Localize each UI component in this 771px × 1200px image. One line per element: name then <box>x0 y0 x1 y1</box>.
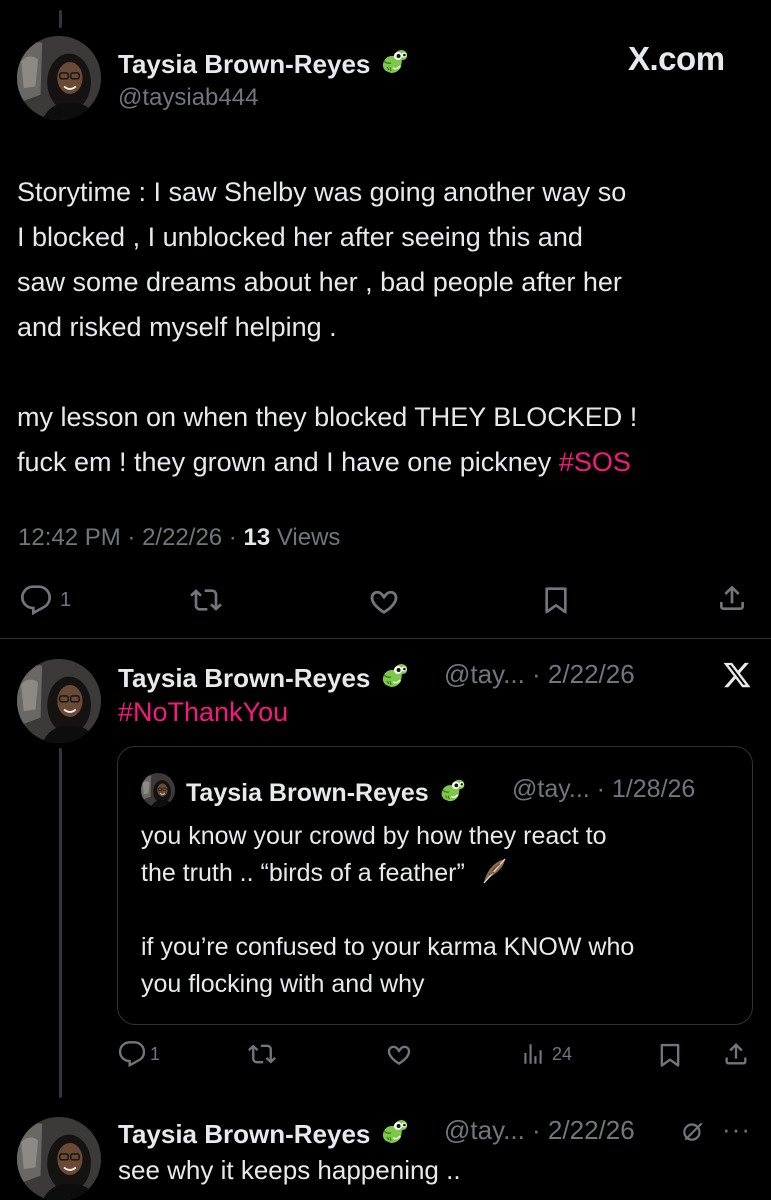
post-text-line: Storytime : I saw Shelby was going anoth… <box>17 177 627 207</box>
author-name[interactable]: Taysia Brown-Reyes <box>118 659 410 694</box>
post-date[interactable]: 2/22/26 <box>142 524 222 551</box>
views-icon <box>520 1041 546 1067</box>
repost-button[interactable] <box>248 1040 276 1068</box>
views-count: 24 <box>552 1043 573 1064</box>
post-divider <box>0 638 771 639</box>
feather-icon <box>478 855 510 887</box>
avatar[interactable] <box>17 36 101 120</box>
post-text-line: I blocked , I unblocked her after seeing… <box>17 222 583 252</box>
crocodile-badge-icon <box>378 45 410 77</box>
reply-button[interactable]: 1 <box>20 584 71 616</box>
views-label: Views <box>276 524 341 551</box>
quoted-author-name: Taysia Brown-Reyes <box>186 775 467 808</box>
quoted-avatar[interactable] <box>141 773 175 807</box>
avatar-photo <box>17 659 101 743</box>
reply-hashtag: #NoThankYou <box>118 697 288 728</box>
views-button[interactable]: 24 <box>520 1041 572 1067</box>
bookmark-button[interactable] <box>656 1041 684 1069</box>
author-name-text: Taysia Brown-Reyes <box>118 1119 371 1149</box>
reply-count: 1 <box>150 1043 161 1064</box>
thread-line-top <box>59 10 62 28</box>
like-button[interactable] <box>384 1040 414 1070</box>
author-handle-date[interactable]: @tay... · 2/22/26 <box>444 659 635 690</box>
quoted-text-line: if you’re confused to your karma KNOW wh… <box>141 933 635 961</box>
views-count: 13 <box>243 524 271 551</box>
more-options-icon[interactable]: ··· <box>722 1114 751 1145</box>
quoted-text: you know your crowd by how they react to… <box>141 818 634 1003</box>
crocodile-badge-icon <box>437 775 467 805</box>
avatar-photo <box>141 773 175 807</box>
quoted-text-line: the truth .. “birds of a feather” <box>141 855 634 892</box>
reply-count: 1 <box>60 588 72 611</box>
crocodile-badge-icon <box>378 659 410 691</box>
repost-icon <box>190 584 222 616</box>
quoted-text-line: you flocking with and why <box>141 970 425 998</box>
post-time[interactable]: 12:42 PM <box>18 524 121 551</box>
post-text-line: and risked myself helping . <box>17 312 337 342</box>
post-text-line: fuck em ! they grown and I have one pick… <box>17 440 637 485</box>
grok-icon[interactable] <box>680 1118 706 1144</box>
share-icon <box>722 1040 750 1068</box>
thread-line <box>59 748 62 1098</box>
avatar[interactable] <box>17 1117 101 1200</box>
repost-button[interactable] <box>190 584 222 616</box>
repost-icon <box>248 1040 276 1068</box>
author-handle-date[interactable]: @tay... · 2/22/26 <box>444 1115 635 1146</box>
like-icon <box>384 1040 414 1070</box>
quoted-author-name-text: Taysia Brown-Reyes <box>186 779 429 807</box>
hashtag-link[interactable]: #SOS <box>559 447 631 477</box>
x-logo-icon <box>722 660 752 690</box>
bookmark-icon <box>656 1041 684 1069</box>
crocodile-badge-icon <box>378 1115 410 1147</box>
like-button[interactable] <box>366 584 402 620</box>
author-name[interactable]: Taysia Brown-Reyes <box>118 45 410 80</box>
quoted-text-line: you know your crowd by how they react to <box>141 822 607 850</box>
avatar-photo <box>17 1117 101 1200</box>
bookmark-icon <box>540 584 572 616</box>
like-icon <box>366 584 402 620</box>
quoted-handle-date: @tay... · 1/28/26 <box>512 775 696 803</box>
share-icon <box>716 582 748 614</box>
post-text: see why it keeps happening .. <box>118 1155 461 1185</box>
hashtag-link[interactable]: #NoThankYou <box>118 697 288 727</box>
author-name-text: Taysia Brown-Reyes <box>118 49 371 79</box>
post-text-fragment: fuck em ! they grown and I have one pick… <box>17 447 559 477</box>
post-text-line: my lesson on when they blocked THEY BLOC… <box>17 402 638 432</box>
site-label: X.com <box>628 40 725 77</box>
share-button[interactable] <box>716 582 748 614</box>
avatar-photo <box>17 36 101 120</box>
reply-button[interactable]: 1 <box>118 1040 160 1068</box>
share-button[interactable] <box>722 1040 750 1068</box>
reply-icon <box>118 1040 146 1068</box>
bookmark-button[interactable] <box>540 584 572 616</box>
post-text: Storytime : I saw Shelby was going anoth… <box>17 170 637 485</box>
post-meta: 12:42 PM · 2/22/26 · 13 Views <box>18 524 341 551</box>
reply-icon <box>20 584 52 616</box>
author-name-text: Taysia Brown-Reyes <box>118 663 371 693</box>
post-text-line: saw some dreams about her , bad people a… <box>17 267 622 297</box>
author-name[interactable]: Taysia Brown-Reyes <box>118 1115 410 1150</box>
quoted-text-fragment: the truth .. “birds of a feather” <box>141 859 472 887</box>
avatar[interactable] <box>17 659 101 743</box>
author-handle[interactable]: @taysiab444 <box>118 84 258 112</box>
